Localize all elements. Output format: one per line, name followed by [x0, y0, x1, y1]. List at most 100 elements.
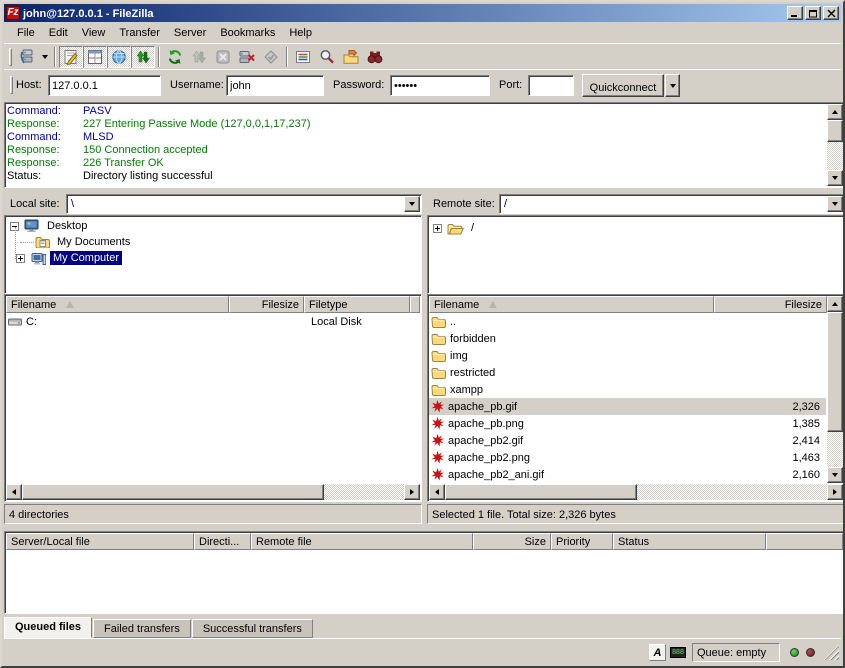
image-file-icon: [431, 400, 444, 413]
maximize-button[interactable]: [805, 6, 821, 20]
local-site-combo[interactable]: \: [66, 194, 422, 214]
column-header-filesize[interactable]: Filesize: [229, 296, 304, 313]
file-row[interactable]: xampp: [429, 381, 826, 398]
column-header-filetype[interactable]: Filetype: [304, 296, 410, 313]
file-row-selected[interactable]: apache_pb.gif 2,326: [429, 398, 826, 415]
local-file-list: Filename Filesize Filetype L: [4, 294, 422, 502]
toggle-message-log-button[interactable]: [59, 46, 83, 68]
toggle-local-tree-button[interactable]: [83, 46, 107, 68]
column-header-filesize[interactable]: Filesize: [714, 296, 827, 313]
remote-vertical-scrollbar[interactable]: [827, 296, 843, 483]
menu-file[interactable]: File: [10, 25, 42, 41]
menu-edit[interactable]: Edit: [42, 25, 75, 41]
process-queue-button[interactable]: [187, 46, 211, 68]
remote-horizontal-scrollbar[interactable]: [429, 484, 843, 500]
file-search-button[interactable]: [315, 46, 339, 68]
column-header-lastmodified[interactable]: L: [410, 296, 420, 313]
toolbar-grip[interactable]: [9, 48, 12, 66]
column-header-server-local-file[interactable]: Server/Local file: [6, 533, 194, 550]
menu-transfer[interactable]: Transfer: [112, 25, 167, 41]
scrollbar-thumb[interactable]: [827, 312, 843, 432]
ascii-transfer-type-icon[interactable]: A: [649, 644, 666, 661]
quickconnect-grip[interactable]: [10, 76, 13, 94]
scrollbar-thumb[interactable]: [445, 484, 637, 500]
site-manager-button[interactable]: [15, 46, 39, 68]
speed-limits-icon[interactable]: 888: [670, 647, 686, 658]
file-row[interactable]: forbidden: [429, 330, 826, 347]
title-bar[interactable]: Fz john@127.0.0.1 - FileZilla: [4, 4, 841, 22]
minimize-button[interactable]: [787, 6, 803, 20]
column-header-status[interactable]: Status: [613, 533, 766, 550]
disconnect-button[interactable]: [235, 46, 259, 68]
file-row[interactable]: apache_pb2.png 1,463: [429, 449, 826, 466]
find-files-button[interactable]: [363, 46, 387, 68]
scroll-left-button[interactable]: [429, 484, 445, 500]
file-row-local-drive[interactable]: C: Local Disk: [6, 313, 420, 330]
file-row[interactable]: apache_pb2_ani.gif 2,160: [429, 466, 826, 483]
close-button[interactable]: [823, 6, 839, 20]
scroll-left-button[interactable]: [6, 484, 22, 500]
scrollbar-thumb[interactable]: [22, 484, 324, 500]
site-manager-dropdown[interactable]: [39, 46, 51, 68]
column-header-remote-file[interactable]: Remote file: [251, 533, 473, 550]
quickconnect-button[interactable]: Quickconnect: [582, 74, 664, 97]
menu-bookmarks[interactable]: Bookmarks: [213, 25, 282, 41]
remote-site-label: Remote site:: [429, 194, 501, 214]
directory-comparison-button[interactable]: [339, 46, 363, 68]
tree-item-label[interactable]: My Documents: [54, 235, 133, 249]
tree-item-label[interactable]: Desktop: [44, 219, 90, 233]
scroll-up-button[interactable]: [827, 104, 843, 120]
column-header-label: Filename: [434, 299, 479, 312]
column-header-direction[interactable]: Directi...: [194, 533, 251, 550]
column-header-size[interactable]: Size: [473, 533, 551, 550]
tree-item-my-computer[interactable]: My Computer: [9, 250, 421, 266]
remote-site-combo[interactable]: /: [499, 194, 845, 214]
expand-expander-icon[interactable]: [433, 224, 442, 233]
tree-item-root[interactable]: /: [432, 220, 844, 236]
tab-queued-files[interactable]: Queued files: [4, 617, 92, 638]
folder-icon: [431, 350, 446, 362]
port-input[interactable]: [528, 75, 574, 96]
password-input[interactable]: [390, 75, 490, 96]
folder-icon: [431, 333, 446, 345]
username-input[interactable]: [226, 75, 324, 96]
tree-item-label[interactable]: My Computer: [50, 251, 122, 265]
scroll-down-button[interactable]: [827, 170, 843, 186]
host-input[interactable]: [48, 75, 161, 96]
app-icon[interactable]: Fz: [6, 6, 20, 20]
toggle-remote-tree-button[interactable]: [107, 46, 131, 68]
menu-server[interactable]: Server: [167, 25, 213, 41]
expand-expander-icon[interactable]: [16, 254, 25, 263]
refresh-button[interactable]: [163, 46, 187, 68]
tab-successful-transfers[interactable]: Successful transfers: [192, 619, 313, 638]
tree-item-my-documents[interactable]: My Documents: [9, 234, 421, 250]
file-row[interactable]: ..: [429, 313, 826, 330]
column-header-filename[interactable]: Filename: [6, 296, 229, 313]
column-header-priority[interactable]: Priority: [551, 533, 613, 550]
toggle-transfer-queue-button[interactable]: [131, 46, 155, 68]
scroll-up-button[interactable]: [827, 296, 843, 312]
reconnect-button[interactable]: [259, 46, 283, 68]
scrollbar-thumb[interactable]: [827, 120, 843, 142]
file-row[interactable]: apache_pb.png 1,385: [429, 415, 826, 432]
cancel-operation-button[interactable]: [211, 46, 235, 68]
local-site-dropdown[interactable]: [404, 196, 420, 212]
tree-item-desktop[interactable]: Desktop: [9, 218, 421, 234]
remote-site-dropdown[interactable]: [827, 196, 843, 212]
tree-item-label[interactable]: /: [468, 221, 477, 235]
menu-view[interactable]: View: [75, 25, 113, 41]
local-horizontal-scrollbar[interactable]: [6, 484, 420, 500]
scroll-right-button[interactable]: [827, 484, 843, 500]
scroll-right-button[interactable]: [404, 484, 420, 500]
scroll-down-button[interactable]: [827, 467, 843, 483]
file-row[interactable]: restricted: [429, 364, 826, 381]
tab-failed-transfers[interactable]: Failed transfers: [93, 619, 191, 638]
quickconnect-dropdown[interactable]: [665, 74, 680, 97]
file-row[interactable]: apache_pb2.gif 2,414: [429, 432, 826, 449]
file-row[interactable]: img: [429, 347, 826, 364]
resize-grip[interactable]: [824, 645, 839, 660]
menu-help[interactable]: Help: [282, 25, 319, 41]
log-scrollbar[interactable]: [827, 104, 843, 186]
column-header-filename[interactable]: Filename: [429, 296, 714, 313]
directory-filters-button[interactable]: [291, 46, 315, 68]
